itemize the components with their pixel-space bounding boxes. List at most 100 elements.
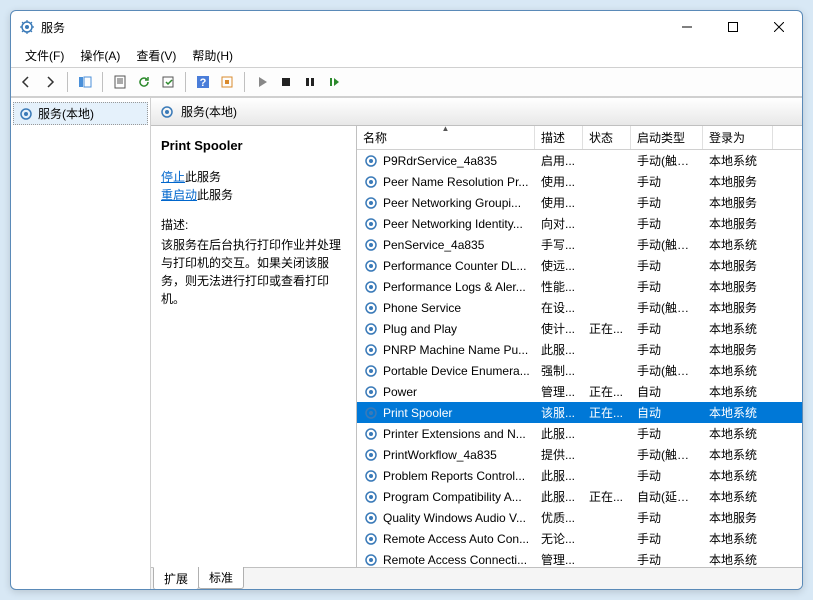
cell-logon: 本地系统 [703,383,773,400]
col-start[interactable]: 启动类型 [631,126,703,149]
table-row[interactable]: P9RdrService_4a835启用...手动(触发...本地系统 [357,150,802,171]
cell-desc: 手写... [535,236,583,253]
cell-desc: 使计... [535,320,583,337]
show-hide-tree-button[interactable] [74,71,96,93]
table-row[interactable]: Portable Device Enumera...强制...手动(触发...本… [357,360,802,381]
menu-action[interactable]: 操作(A) [72,45,128,66]
export-button[interactable] [157,71,179,93]
cell-name: Printer Extensions and N... [383,427,526,441]
pause-service-button[interactable] [299,71,321,93]
stop-link[interactable]: 停止 [161,170,185,184]
cell-logon: 本地服务 [703,194,773,211]
cell-name: Performance Counter DL... [383,259,526,273]
table-row[interactable]: Peer Networking Identity...向对...手动本地服务 [357,213,802,234]
cell-desc: 向对... [535,215,583,232]
cell-name: Peer Networking Groupi... [383,196,521,210]
cell-name: Phone Service [383,301,461,315]
cell-desc: 管理... [535,383,583,400]
cell-name: Print Spooler [383,406,452,420]
table-row[interactable]: Problem Reports Control...此服...手动本地系统 [357,465,802,486]
toolbar: ? [11,67,802,97]
table-row[interactable]: Plug and Play使计...正在...手动本地系统 [357,318,802,339]
service-icon [363,489,379,505]
detail-pane: Print Spooler 停止此服务 重启动此服务 描述: 该服务在后台执行打… [151,126,356,567]
col-logon[interactable]: 登录为 [703,126,773,149]
tab-extended[interactable]: 扩展 [153,567,199,590]
cell-start: 手动 [631,551,703,567]
action-button[interactable] [216,71,238,93]
cell-logon: 本地系统 [703,551,773,567]
service-description: 描述: 该服务在后台执行打印作业并处理与打印机的交互。如果关闭该服务，则无法进行… [161,216,348,308]
stop-service-button[interactable] [275,71,297,93]
cell-desc: 提供... [535,446,583,463]
cell-start: 手动(触发... [631,152,703,169]
start-service-button[interactable] [251,71,273,93]
service-icon [363,384,379,400]
cell-desc: 此服... [535,425,583,442]
window: 服务 文件(F) 操作(A) 查看(V) 帮助(H) ? [10,10,803,590]
services-icon [18,106,34,122]
table-row[interactable]: PrintWorkflow_4a835提供...手动(触发...本地系统 [357,444,802,465]
help-button[interactable]: ? [192,71,214,93]
menu-help[interactable]: 帮助(H) [184,45,241,66]
table-row[interactable]: Printer Extensions and N...此服...手动本地系统 [357,423,802,444]
main-pane: 服务(本地) Print Spooler 停止此服务 重启动此服务 描述: 该服… [151,98,802,589]
table-row[interactable]: PNRP Machine Name Pu...此服...手动本地服务 [357,339,802,360]
description-text: 该服务在后台执行打印作业并处理与打印机的交互。如果关闭该服务，则无法进行打印或查… [161,236,348,308]
table-row[interactable]: Phone Service在设...手动(触发...本地服务 [357,297,802,318]
table-row[interactable]: Peer Name Resolution Pr...使用...手动本地服务 [357,171,802,192]
service-actions: 停止此服务 重启动此服务 [161,168,348,204]
rows-container[interactable]: P9RdrService_4a835启用...手动(触发...本地系统Peer … [357,150,802,567]
cell-start: 手动 [631,320,703,337]
tab-standard[interactable]: 标准 [198,567,244,589]
back-button[interactable] [15,71,37,93]
cell-desc: 无论... [535,530,583,547]
cell-logon: 本地系统 [703,467,773,484]
cell-start: 手动 [631,341,703,358]
table-row[interactable]: Remote Access Connecti...管理...手动本地系统 [357,549,802,567]
col-name[interactable]: ▲名称 [357,126,535,149]
cell-name: Program Compatibility A... [383,490,522,504]
table-row[interactable]: Remote Access Auto Con...无论...手动本地系统 [357,528,802,549]
cell-name: Remote Access Connecti... [383,553,527,567]
cell-logon: 本地系统 [703,236,773,253]
menu-file[interactable]: 文件(F) [17,45,72,66]
service-icon [363,237,379,253]
restart-service-button[interactable] [323,71,345,93]
table-row[interactable]: Power管理...正在...自动本地系统 [357,381,802,402]
cell-logon: 本地系统 [703,488,773,505]
forward-button[interactable] [39,71,61,93]
cell-desc: 启用... [535,152,583,169]
minimize-button[interactable] [664,11,710,43]
table-row[interactable]: Program Compatibility A...此服...正在...自动(延… [357,486,802,507]
table-row[interactable]: Peer Networking Groupi...使用...手动本地服务 [357,192,802,213]
table-row[interactable]: PenService_4a835手写...手动(触发...本地系统 [357,234,802,255]
refresh-button[interactable] [133,71,155,93]
cell-start: 手动(触发... [631,362,703,379]
table-row[interactable]: Quality Windows Audio V...优质...手动本地服务 [357,507,802,528]
col-desc[interactable]: 描述 [535,126,583,149]
toolbar-separator [244,72,245,92]
table-row[interactable]: Performance Counter DL...使远...手动本地服务 [357,255,802,276]
cell-logon: 本地系统 [703,362,773,379]
properties-button[interactable] [109,71,131,93]
cell-name: PrintWorkflow_4a835 [383,448,497,462]
cell-logon: 本地服务 [703,341,773,358]
cell-name: Performance Logs & Aler... [383,280,526,294]
close-button[interactable] [756,11,802,43]
cell-logon: 本地服务 [703,173,773,190]
cell-status: 正在... [583,320,631,337]
toolbar-separator [67,72,68,92]
maximize-button[interactable] [710,11,756,43]
restart-link[interactable]: 重启动 [161,188,197,202]
col-status[interactable]: 状态 [583,126,631,149]
table-row[interactable]: Performance Logs & Aler...性能...手动本地服务 [357,276,802,297]
cell-start: 手动 [631,173,703,190]
service-icon [363,468,379,484]
service-icon [363,195,379,211]
cell-desc: 此服... [535,467,583,484]
cell-desc: 性能... [535,278,583,295]
tree-node-services-local[interactable]: 服务(本地) [13,102,148,125]
table-row[interactable]: Print Spooler该服...正在...自动本地系统 [357,402,802,423]
menu-view[interactable]: 查看(V) [128,45,184,66]
